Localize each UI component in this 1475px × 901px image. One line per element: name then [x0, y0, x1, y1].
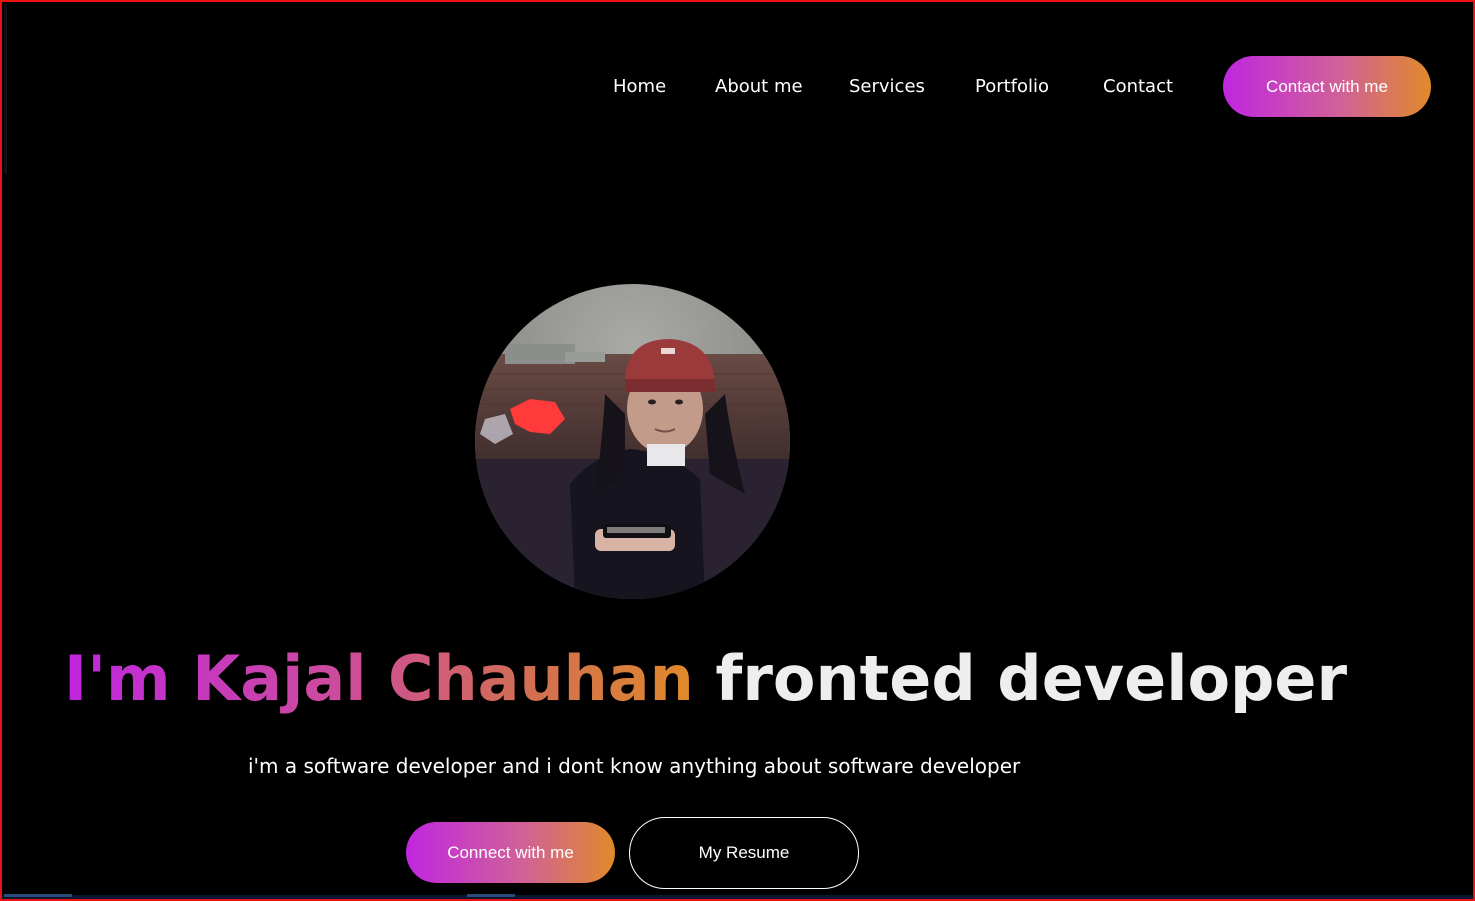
nav-link-about[interactable]: About me: [715, 76, 803, 97]
nav-link-portfolio[interactable]: Portfolio: [975, 76, 1049, 97]
hero-headline: I'm Kajal Chauhan fronted developer: [64, 634, 1347, 724]
contact-with-me-button[interactable]: Contact with me: [1223, 56, 1431, 117]
nav-link-contact[interactable]: Contact: [1103, 76, 1173, 97]
hero-name: I'm Kajal Chauhan: [64, 642, 694, 715]
nav-link-services[interactable]: Services: [849, 76, 925, 97]
hero-tagline: i'm a software developer and i dont know…: [248, 754, 1021, 778]
hero-role: fronted developer: [715, 642, 1348, 715]
top-navigation: Home About me Services Portfolio Contact…: [2, 56, 1473, 117]
profile-photo-illustration: [475, 284, 790, 599]
bottom-mark: [4, 894, 72, 897]
profile-photo: [475, 284, 790, 599]
bottom-mark: [467, 894, 515, 897]
page-frame: Home About me Services Portfolio Contact…: [0, 0, 1475, 901]
connect-with-me-button[interactable]: Connect with me: [406, 822, 615, 883]
bottom-strip: [2, 895, 1473, 899]
my-resume-button[interactable]: My Resume: [629, 817, 859, 889]
nav-link-home[interactable]: Home: [613, 76, 666, 97]
